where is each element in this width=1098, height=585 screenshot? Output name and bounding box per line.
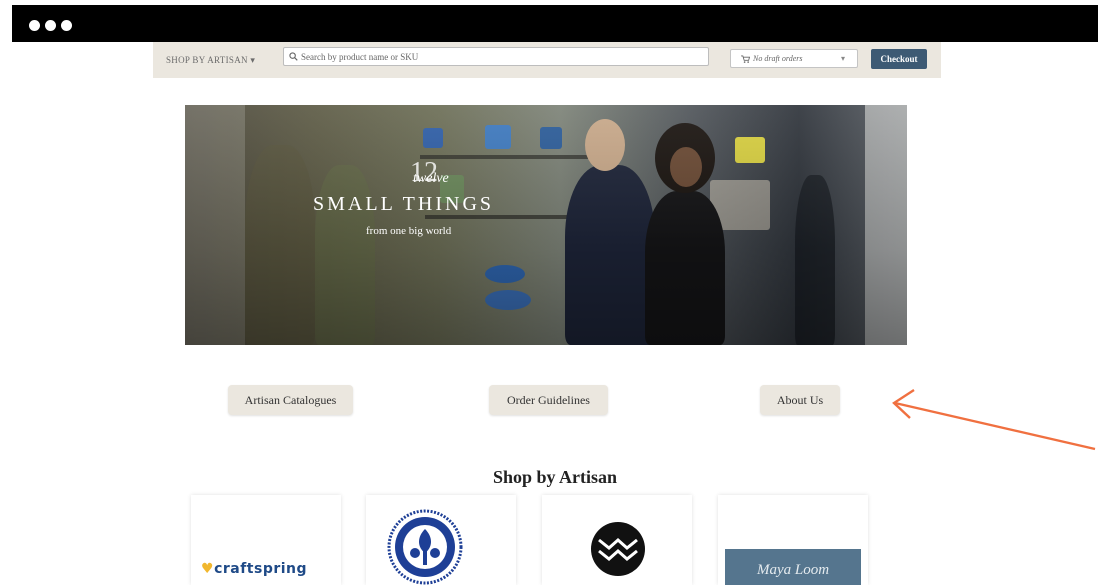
about-us-button[interactable]: About Us — [760, 385, 840, 415]
artisan-card-chevron[interactable] — [542, 495, 692, 585]
logo-twelve: twelve — [413, 171, 449, 186]
draft-orders-text: No draft orders — [753, 54, 803, 63]
window-close-dot[interactable] — [29, 20, 40, 31]
chevron-down-icon: ▾ — [250, 55, 256, 65]
craftspring-logo-text: craftspring — [214, 561, 308, 577]
artisan-card-seal[interactable] — [366, 495, 516, 585]
page: SHOP BY ARTISAN ▾ No draft orders ▾ Chec… — [12, 42, 1098, 585]
search-input[interactable] — [301, 49, 701, 64]
annotation-arrow — [892, 388, 1096, 451]
logo-title: SMALL THINGS — [313, 193, 495, 215]
chevron-down-icon: ▾ — [840, 54, 845, 63]
checkout-button[interactable]: Checkout — [871, 49, 927, 69]
chevron-mark-logo-icon — [591, 522, 645, 576]
cart-icon — [741, 55, 750, 63]
shop-by-artisan-label: SHOP BY ARTISAN — [166, 55, 251, 65]
heart-icon: ♥ — [201, 561, 215, 577]
craftspring-logo: ♥craftspring — [201, 561, 307, 577]
artisan-card-maya-loom[interactable]: Maya Loom — [718, 495, 868, 585]
window-maximize-dot[interactable] — [61, 20, 72, 31]
artisan-catalogues-button[interactable]: Artisan Catalogues — [228, 385, 353, 415]
search-icon — [289, 52, 298, 61]
maya-loom-logo-text: Maya Loom — [756, 562, 830, 578]
logo-subtitle: from one big world — [366, 225, 452, 237]
order-guidelines-button[interactable]: Order Guidelines — [489, 385, 608, 415]
browser-top-bar — [12, 5, 1098, 42]
hero-image: 12 twelve SMALL THINGS from one big worl… — [185, 105, 907, 345]
store-toolbar: SHOP BY ARTISAN ▾ No draft orders ▾ Chec… — [153, 42, 941, 78]
search-box[interactable] — [283, 47, 709, 66]
maya-loom-logo: Maya Loom — [725, 549, 861, 585]
shop-by-artisan-heading: Shop by Artisan — [492, 467, 618, 487]
window-minimize-dot[interactable] — [45, 20, 56, 31]
artisan-card-craftspring[interactable]: ♥craftspring — [191, 495, 341, 585]
shop-by-artisan-menu[interactable]: SHOP BY ARTISAN ▾ — [166, 55, 255, 66]
draft-orders-dropdown[interactable]: No draft orders ▾ — [730, 49, 858, 68]
seal-logo-icon — [387, 509, 463, 585]
